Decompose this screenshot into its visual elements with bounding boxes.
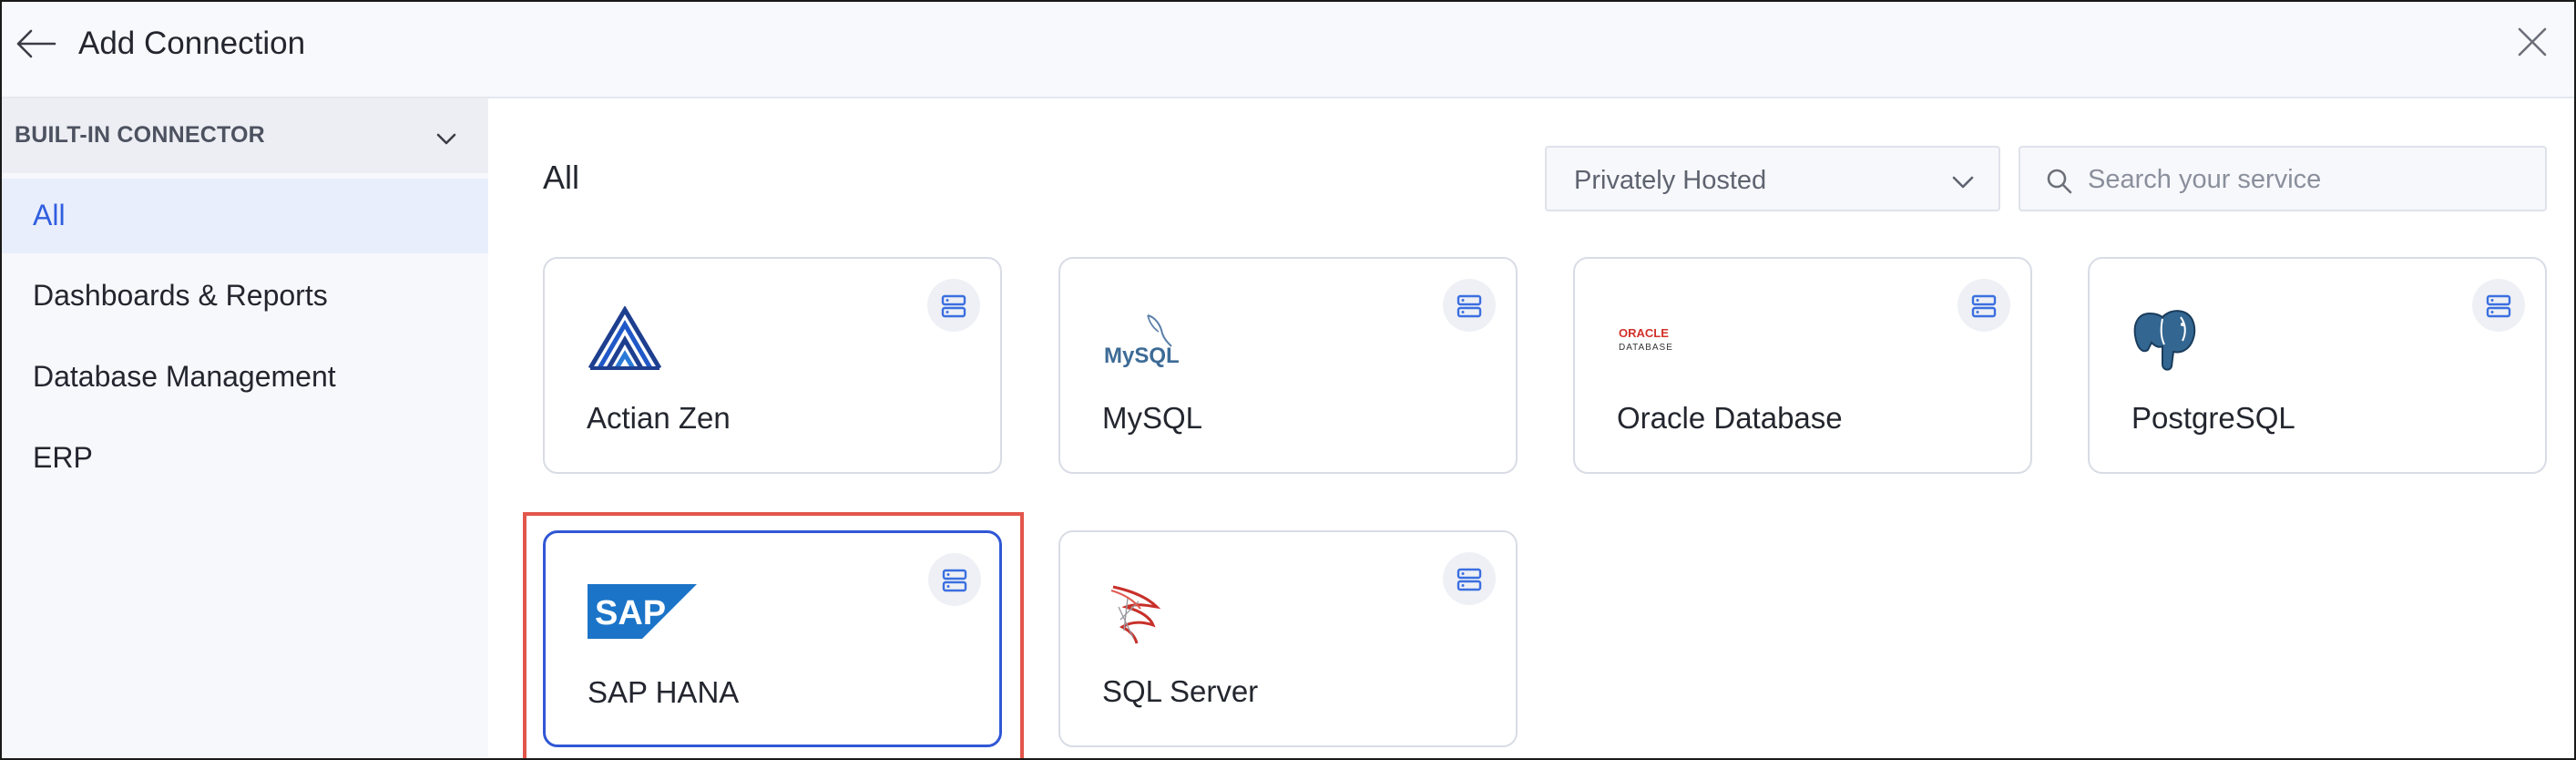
close-icon[interactable] [2512, 22, 2552, 62]
sidebar-item-all[interactable]: All [2, 179, 488, 253]
svg-text:MySQL: MySQL [1104, 344, 1179, 368]
mysql-logo: MySQL [1104, 314, 1179, 368]
svg-text:ORACLE: ORACLE [1619, 326, 1669, 340]
connector-name: SQL Server [1102, 674, 1259, 708]
search-icon [2047, 169, 2072, 194]
svg-text:DATABASE: DATABASE [1619, 343, 1673, 353]
connector-card-sap-hana[interactable]: SAP SAP HANA [543, 530, 1002, 747]
sidebar-item-label: ERP [33, 441, 93, 474]
database-server-icon [2486, 294, 2511, 318]
sidebar-item-label: Dashboards & Reports [33, 279, 328, 312]
connector-name: Actian Zen [587, 401, 731, 435]
sidebar-item-erp[interactable]: ERP [2, 421, 488, 496]
sap-logo: SAP [588, 584, 697, 639]
type-badge [1443, 552, 1496, 605]
sql-server-logo [1110, 585, 1161, 644]
dropdown-selected-value: Privately Hosted [1574, 166, 1767, 195]
oracle-logo: ORACLE DATABASE [1619, 326, 1673, 353]
connector-card-mysql[interactable]: MySQL MySQL [1058, 257, 1518, 474]
sidebar: BUILT-IN CONNECTOR All Dashboards & Repo… [2, 98, 488, 758]
page-title: Add Connection [78, 26, 306, 61]
actian-logo [588, 306, 662, 370]
database-server-icon [942, 569, 967, 592]
connector-name: SAP HANA [588, 675, 740, 709]
hosting-filter-dropdown[interactable]: Privately Hosted [1545, 146, 2000, 211]
sidebar-item-database-management[interactable]: Database Management [2, 340, 488, 415]
search-input[interactable] [2088, 157, 2534, 202]
postgresql-elephant-logo [2133, 310, 2196, 371]
connector-name: PostgreSQL [2131, 401, 2295, 435]
type-badge [2472, 279, 2525, 332]
type-badge [927, 279, 980, 332]
type-badge [1958, 279, 2010, 332]
connector-card-postgresql[interactable]: PostgreSQL [2088, 257, 2547, 474]
database-server-icon [1457, 294, 1482, 318]
chevron-down-icon [1952, 176, 1974, 189]
chevron-down-icon [436, 133, 456, 145]
built-in-connector-section-toggle[interactable]: BUILT-IN CONNECTOR [2, 98, 488, 173]
type-badge [1443, 279, 1496, 332]
arrow-left-icon[interactable] [15, 26, 56, 62]
section-title: All [543, 159, 580, 196]
database-server-icon [1971, 294, 1997, 318]
connector-card-actian-zen[interactable]: Actian Zen [543, 257, 1002, 474]
connector-name: Oracle Database [1617, 401, 1843, 435]
svg-text:SAP: SAP [595, 594, 666, 632]
connector-card-sql-server[interactable]: SQL Server [1058, 530, 1518, 747]
sidebar-item-label: All [33, 199, 66, 231]
sidebar-item-label: Database Management [33, 360, 336, 393]
add-connection-window: Add Connection BUILT-IN CONNECTOR All Da… [0, 0, 2576, 760]
connector-card-oracle-database[interactable]: ORACLE DATABASE Oracle Database [1573, 257, 2032, 474]
search-box [2019, 146, 2547, 211]
header: Add Connection [2, 2, 2574, 98]
database-server-icon [941, 294, 966, 318]
type-badge [928, 553, 981, 606]
sidebar-section-label: BUILT-IN CONNECTOR [15, 122, 265, 148]
connector-name: MySQL [1102, 401, 1203, 435]
database-server-icon [1457, 568, 1482, 591]
sidebar-item-dashboards-reports[interactable]: Dashboards & Reports [2, 259, 488, 334]
